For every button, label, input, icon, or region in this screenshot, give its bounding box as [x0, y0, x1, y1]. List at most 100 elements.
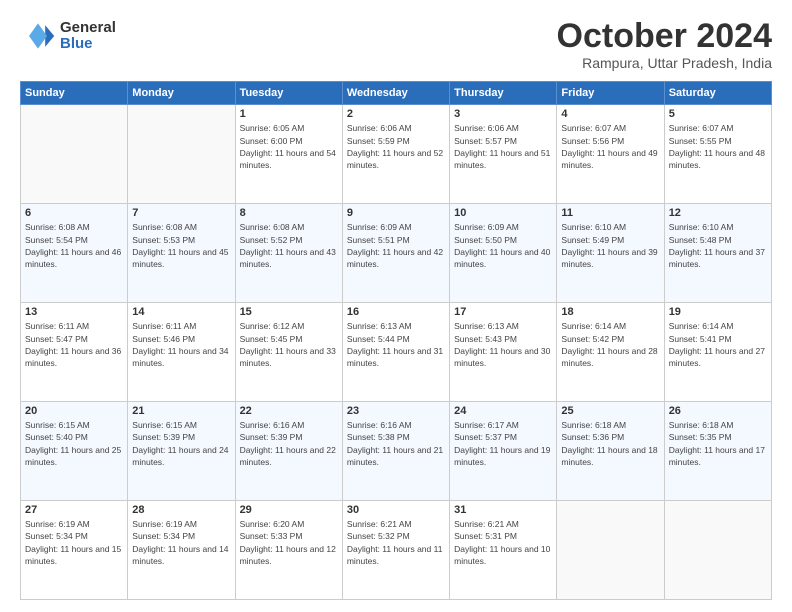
day-number: 8	[240, 207, 338, 219]
calendar-cell: 7 Sunrise: 6:08 AMSunset: 5:53 PMDaylight…	[128, 204, 235, 303]
logo: General Blue	[20, 18, 116, 54]
day-info: Sunrise: 6:16 AMSunset: 5:38 PMDaylight:…	[347, 419, 445, 468]
calendar-cell: 9 Sunrise: 6:09 AMSunset: 5:51 PMDaylight…	[342, 204, 449, 303]
day-number: 14	[132, 306, 230, 318]
day-number: 21	[132, 405, 230, 417]
calendar-cell: 5Sunrise: 6:07 AMSunset: 5:55 PMDaylight…	[664, 105, 771, 204]
day-info: Sunrise: 6:14 AMSunset: 5:42 PMDaylight:…	[561, 320, 659, 369]
day-number: 31	[454, 504, 552, 516]
day-info: Sunrise: 6:06 AMSunset: 5:59 PMDaylight:…	[347, 122, 445, 171]
day-number: 4	[561, 108, 659, 120]
day-number: 3	[454, 108, 552, 120]
day-info: Sunrise: 6:06 AMSunset: 5:57 PMDaylight:…	[454, 122, 552, 171]
calendar-cell: 19 Sunrise: 6:14 AMSunset: 5:41 PMDayligh…	[664, 303, 771, 402]
day-number: 23	[347, 405, 445, 417]
day-number: 27	[25, 504, 123, 516]
calendar-cell: 14 Sunrise: 6:11 AMSunset: 5:46 PMDayligh…	[128, 303, 235, 402]
calendar-row: 13Sunrise: 6:11 AMSunset: 5:47 PMDayligh…	[21, 303, 772, 402]
calendar-cell: 13Sunrise: 6:11 AMSunset: 5:47 PMDayligh…	[21, 303, 128, 402]
th-friday: Friday	[557, 82, 664, 105]
day-info: Sunrise: 6:11 AMSunset: 5:47 PMDaylight:…	[25, 320, 123, 369]
day-number: 7	[132, 207, 230, 219]
calendar-cell: 16 Sunrise: 6:13 AMSunset: 5:44 PMDayligh…	[342, 303, 449, 402]
th-thursday: Thursday	[450, 82, 557, 105]
th-tuesday: Tuesday	[235, 82, 342, 105]
day-info: Sunrise: 6:21 AMSunset: 5:31 PMDaylight:…	[454, 518, 552, 567]
day-info: Sunrise: 6:07 AMSunset: 5:56 PMDaylight:…	[561, 122, 659, 171]
title-block: October 2024 Rampura, Uttar Pradesh, Ind…	[557, 18, 772, 71]
day-number: 16	[347, 306, 445, 318]
th-monday: Monday	[128, 82, 235, 105]
calendar-cell: 29Sunrise: 6:20 AMSunset: 5:33 PMDayligh…	[235, 501, 342, 600]
calendar-row: 27 Sunrise: 6:19 AMSunset: 5:34 PMDayligh…	[21, 501, 772, 600]
day-number: 2	[347, 108, 445, 120]
day-info: Sunrise: 6:15 AMSunset: 5:40 PMDaylight:…	[25, 419, 123, 468]
calendar-cell: 6 Sunrise: 6:08 AMSunset: 5:54 PMDaylight…	[21, 204, 128, 303]
calendar-cell: 8 Sunrise: 6:08 AMSunset: 5:52 PMDaylight…	[235, 204, 342, 303]
calendar-cell: 2 Sunrise: 6:06 AMSunset: 5:59 PMDaylight…	[342, 105, 449, 204]
day-info: Sunrise: 6:15 AMSunset: 5:39 PMDaylight:…	[132, 419, 230, 468]
day-info: Sunrise: 6:21 AMSunset: 5:32 PMDaylight:…	[347, 518, 445, 567]
day-info: Sunrise: 6:08 AMSunset: 5:54 PMDaylight:…	[25, 221, 123, 270]
day-info: Sunrise: 6:10 AMSunset: 5:49 PMDaylight:…	[561, 221, 659, 270]
page: General Blue October 2024 Rampura, Uttar…	[0, 0, 792, 612]
calendar-cell: 4 Sunrise: 6:07 AMSunset: 5:56 PMDaylight…	[557, 105, 664, 204]
day-info: Sunrise: 6:09 AMSunset: 5:50 PMDaylight:…	[454, 221, 552, 270]
day-number: 28	[132, 504, 230, 516]
day-number: 20	[25, 405, 123, 417]
calendar-cell	[128, 105, 235, 204]
location-subtitle: Rampura, Uttar Pradesh, India	[557, 55, 772, 71]
day-number: 29	[240, 504, 338, 516]
th-wednesday: Wednesday	[342, 82, 449, 105]
calendar-cell: 20 Sunrise: 6:15 AMSunset: 5:40 PMDayligh…	[21, 402, 128, 501]
calendar-cell: 3 Sunrise: 6:06 AMSunset: 5:57 PMDaylight…	[450, 105, 557, 204]
day-info: Sunrise: 6:19 AMSunset: 5:34 PMDaylight:…	[25, 518, 123, 567]
calendar-cell: 12 Sunrise: 6:10 AMSunset: 5:48 PMDayligh…	[664, 204, 771, 303]
logo-text: General Blue	[60, 20, 116, 53]
day-info: Sunrise: 6:08 AMSunset: 5:53 PMDaylight:…	[132, 221, 230, 270]
calendar-cell: 25Sunrise: 6:18 AMSunset: 5:36 PMDayligh…	[557, 402, 664, 501]
calendar-table: Sunday Monday Tuesday Wednesday Thursday…	[20, 81, 772, 600]
day-info: Sunrise: 6:13 AMSunset: 5:43 PMDaylight:…	[454, 320, 552, 369]
calendar-cell: 26Sunrise: 6:18 AMSunset: 5:35 PMDayligh…	[664, 402, 771, 501]
day-number: 1	[240, 108, 338, 120]
day-number: 15	[240, 306, 338, 318]
calendar-row: 6 Sunrise: 6:08 AMSunset: 5:54 PMDaylight…	[21, 204, 772, 303]
calendar-cell: 22Sunrise: 6:16 AMSunset: 5:39 PMDayligh…	[235, 402, 342, 501]
day-info: Sunrise: 6:14 AMSunset: 5:41 PMDaylight:…	[669, 320, 767, 369]
calendar-cell: 18 Sunrise: 6:14 AMSunset: 5:42 PMDayligh…	[557, 303, 664, 402]
calendar-cell	[21, 105, 128, 204]
month-title: October 2024	[557, 18, 772, 55]
day-number: 9	[347, 207, 445, 219]
day-info: Sunrise: 6:11 AMSunset: 5:46 PMDaylight:…	[132, 320, 230, 369]
calendar-cell: 15Sunrise: 6:12 AMSunset: 5:45 PMDayligh…	[235, 303, 342, 402]
day-number: 22	[240, 405, 338, 417]
day-info: Sunrise: 6:08 AMSunset: 5:52 PMDaylight:…	[240, 221, 338, 270]
th-saturday: Saturday	[664, 82, 771, 105]
header: General Blue October 2024 Rampura, Uttar…	[20, 18, 772, 71]
day-number: 19	[669, 306, 767, 318]
calendar-cell: 23 Sunrise: 6:16 AMSunset: 5:38 PMDayligh…	[342, 402, 449, 501]
logo-blue: Blue	[60, 36, 116, 53]
day-info: Sunrise: 6:09 AMSunset: 5:51 PMDaylight:…	[347, 221, 445, 270]
day-info: Sunrise: 6:13 AMSunset: 5:44 PMDaylight:…	[347, 320, 445, 369]
day-info: Sunrise: 6:05 AMSunset: 6:00 PMDaylight:…	[240, 122, 338, 171]
calendar-cell: 1 Sunrise: 6:05 AMSunset: 6:00 PMDaylight…	[235, 105, 342, 204]
day-number: 12	[669, 207, 767, 219]
calendar-cell	[664, 501, 771, 600]
day-info: Sunrise: 6:19 AMSunset: 5:34 PMDaylight:…	[132, 518, 230, 567]
day-info: Sunrise: 6:18 AMSunset: 5:35 PMDaylight:…	[669, 419, 767, 468]
calendar-cell: 21 Sunrise: 6:15 AMSunset: 5:39 PMDayligh…	[128, 402, 235, 501]
calendar-cell: 28 Sunrise: 6:19 AMSunset: 5:34 PMDayligh…	[128, 501, 235, 600]
logo-general: General	[60, 20, 116, 37]
day-number: 11	[561, 207, 659, 219]
day-number: 24	[454, 405, 552, 417]
day-number: 17	[454, 306, 552, 318]
calendar-cell: 11 Sunrise: 6:10 AMSunset: 5:49 PMDayligh…	[557, 204, 664, 303]
day-info: Sunrise: 6:18 AMSunset: 5:36 PMDaylight:…	[561, 419, 659, 468]
calendar-cell: 27 Sunrise: 6:19 AMSunset: 5:34 PMDayligh…	[21, 501, 128, 600]
day-number: 18	[561, 306, 659, 318]
day-info: Sunrise: 6:10 AMSunset: 5:48 PMDaylight:…	[669, 221, 767, 270]
day-number: 6	[25, 207, 123, 219]
calendar-cell: 17 Sunrise: 6:13 AMSunset: 5:43 PMDayligh…	[450, 303, 557, 402]
